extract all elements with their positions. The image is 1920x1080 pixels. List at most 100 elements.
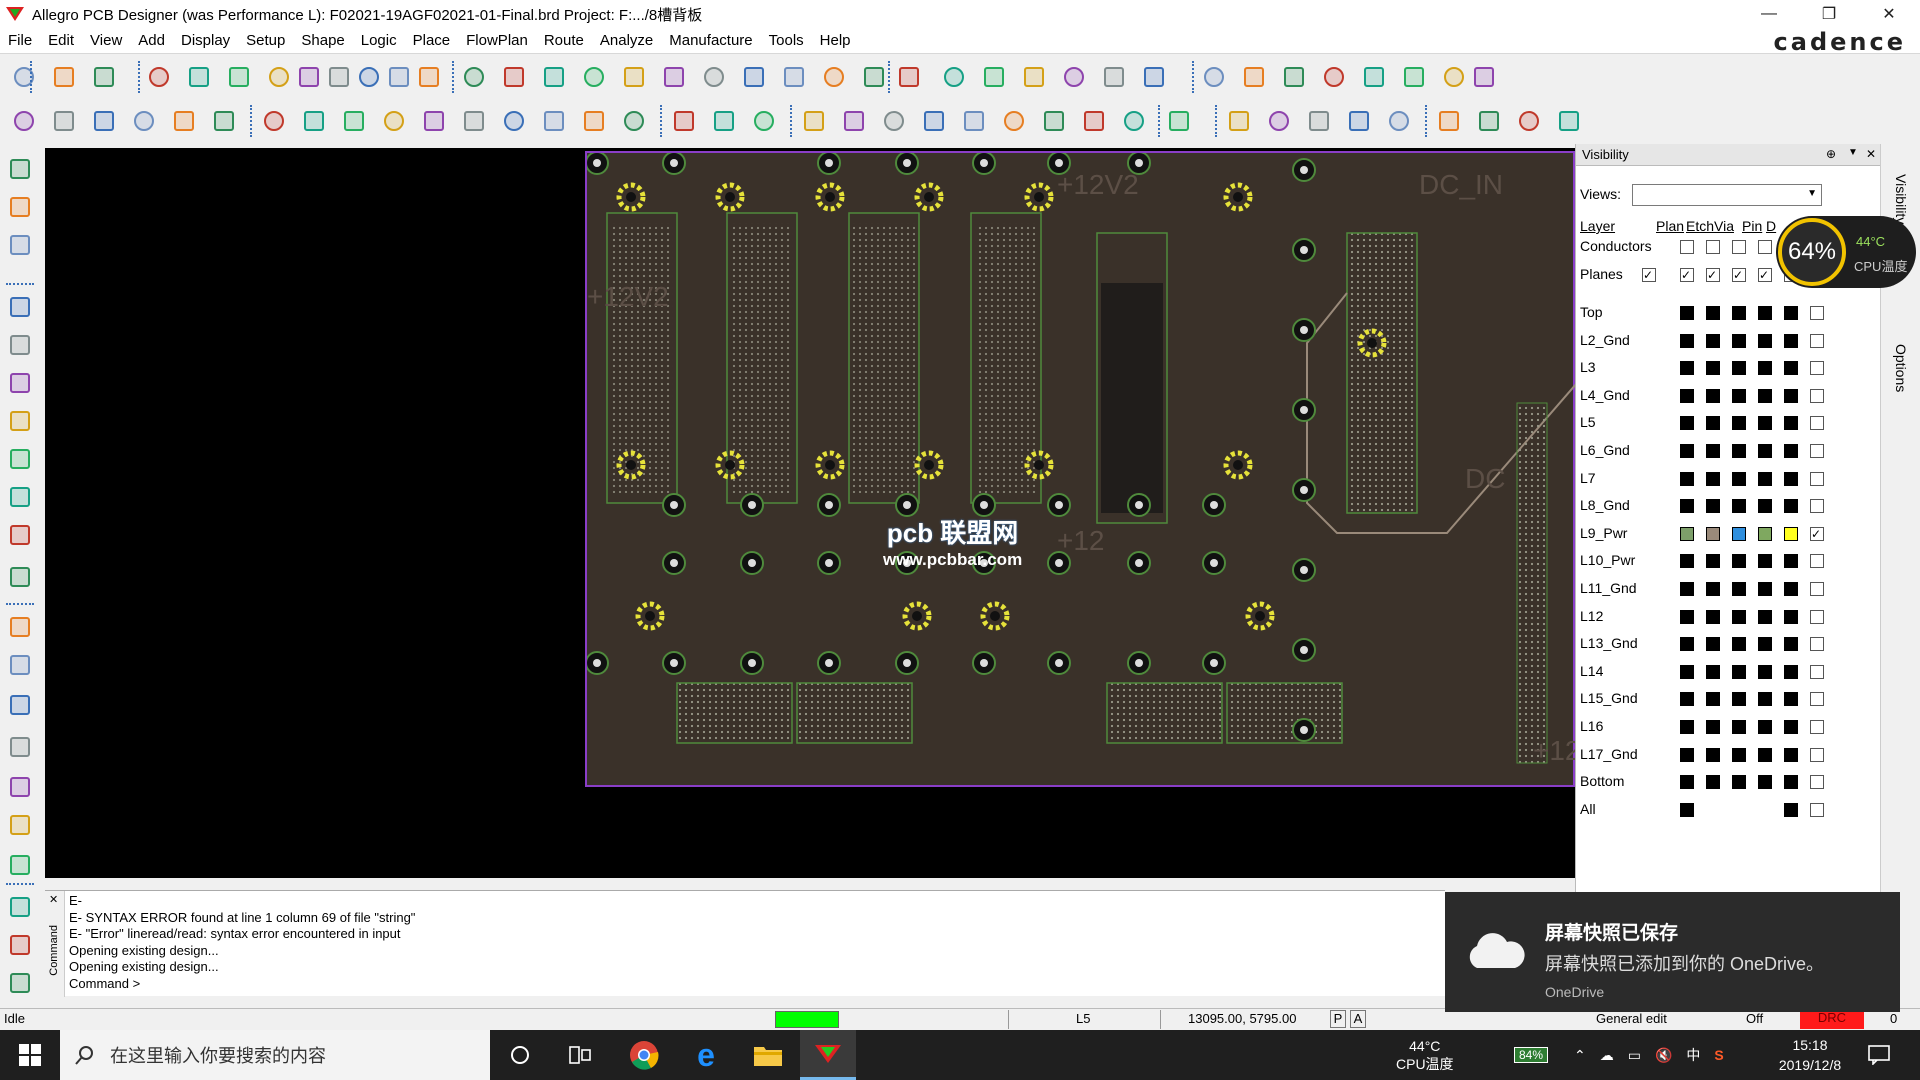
menu-flowplan[interactable]: FlowPlan <box>458 32 536 49</box>
vis-layer-toggle[interactable] <box>1758 499 1772 514</box>
route-tool-button[interactable] <box>500 107 528 135</box>
vis-layer-toggle[interactable] <box>1810 471 1824 486</box>
panel-close-icon[interactable]: ✕ <box>1866 147 1876 161</box>
main-tool-button[interactable] <box>1400 63 1428 91</box>
vis-layer-toggle[interactable] <box>1706 526 1720 541</box>
route-tool-button[interactable] <box>710 107 738 135</box>
main-tool-button[interactable] <box>385 63 413 91</box>
vis-checkbox[interactable] <box>1732 240 1746 254</box>
vis-layer-toggle[interactable] <box>1732 664 1746 679</box>
left-tool-button[interactable] <box>6 733 34 761</box>
route-tool-button[interactable] <box>380 107 408 135</box>
route-tool-button[interactable] <box>880 107 908 135</box>
route-tool-button[interactable] <box>920 107 948 135</box>
vis-layer-toggle[interactable] <box>1732 609 1746 624</box>
main-tool-button[interactable] <box>415 63 443 91</box>
left-tool-button[interactable] <box>6 811 34 839</box>
left-tool-button[interactable] <box>6 931 34 959</box>
main-tool-button[interactable] <box>940 63 968 91</box>
vis-layer-toggle[interactable] <box>1706 388 1720 403</box>
menu-shape[interactable]: Shape <box>293 32 352 49</box>
main-tool-button[interactable] <box>580 63 608 91</box>
main-tool-button[interactable] <box>1240 63 1268 91</box>
vis-layer-toggle[interactable] <box>1706 471 1720 486</box>
left-tool-button[interactable] <box>6 773 34 801</box>
route-tool-button[interactable] <box>340 107 368 135</box>
vis-layer-toggle[interactable] <box>1706 775 1720 790</box>
main-tool-button[interactable] <box>460 63 488 91</box>
main-tool-button[interactable] <box>980 63 1008 91</box>
cortana-button[interactable] <box>492 1030 548 1080</box>
vis-layer-toggle[interactable] <box>1810 775 1824 790</box>
task-view-button[interactable] <box>552 1030 608 1080</box>
vis-layer-toggle[interactable] <box>1784 554 1798 569</box>
main-tool-button[interactable] <box>185 63 213 91</box>
vis-layer-toggle[interactable] <box>1680 471 1694 486</box>
route-tool-button[interactable] <box>1165 107 1193 135</box>
left-tool-button[interactable] <box>6 563 34 591</box>
route-tool-button[interactable] <box>1080 107 1108 135</box>
vis-layer-toggle[interactable] <box>1680 637 1694 652</box>
vis-layer-toggle[interactable] <box>1810 416 1824 431</box>
vis-layer-toggle[interactable] <box>1680 526 1694 541</box>
tab-visibility[interactable]: Visibility <box>1893 174 1909 224</box>
vis-layer-toggle[interactable] <box>1810 388 1824 403</box>
vis-layer-toggle[interactable] <box>1758 416 1772 431</box>
main-tool-button[interactable] <box>700 63 728 91</box>
restore-button[interactable]: ❐ <box>1800 0 1858 28</box>
notification-center-button[interactable] <box>1868 1030 1890 1080</box>
vis-checkbox[interactable]: ✓ <box>1642 268 1656 282</box>
vis-layer-toggle[interactable] <box>1810 664 1824 679</box>
vis-layer-toggle[interactable] <box>1680 444 1694 458</box>
vis-layer-toggle[interactable] <box>1810 554 1824 569</box>
left-tool-button[interactable] <box>6 613 34 641</box>
vis-layer-toggle[interactable] <box>1732 554 1746 569</box>
close-button[interactable]: ✕ <box>1860 0 1918 28</box>
main-tool-button[interactable] <box>355 63 383 91</box>
vis-layer-toggle[interactable] <box>1680 582 1694 596</box>
vis-layer-toggle[interactable] <box>1758 775 1772 790</box>
menu-file[interactable]: File <box>0 32 40 49</box>
main-tool-button[interactable] <box>500 63 528 91</box>
main-tool-button[interactable] <box>1140 63 1168 91</box>
main-tool-button[interactable] <box>540 63 568 91</box>
vis-layer-toggle[interactable] <box>1680 333 1694 348</box>
start-button[interactable] <box>0 1030 60 1080</box>
ime-indicator[interactable]: 中 <box>1686 1045 1700 1065</box>
vis-layer-toggle[interactable] <box>1732 692 1746 707</box>
menu-edit[interactable]: Edit <box>40 32 82 49</box>
vis-layer-toggle[interactable] <box>1810 499 1824 514</box>
route-tool-button[interactable] <box>50 107 78 135</box>
main-tool-button[interactable] <box>225 63 253 91</box>
vis-layer-toggle[interactable] <box>1810 306 1824 320</box>
route-tool-button[interactable] <box>1305 107 1333 135</box>
cpu-gauge-widget[interactable]: 64% 44°C CPU温度 <box>1776 216 1916 288</box>
command-console[interactable]: ✕ Command E- E- SYNTAX ERROR found at li… <box>45 890 1445 997</box>
vis-layer-toggle[interactable] <box>1706 416 1720 431</box>
main-tool-button[interactable] <box>1200 63 1228 91</box>
menu-display[interactable]: Display <box>173 32 238 49</box>
vis-layer-toggle[interactable] <box>1784 747 1798 762</box>
vis-layer-toggle[interactable] <box>1758 692 1772 707</box>
vis-layer-toggle[interactable] <box>1784 306 1798 320</box>
vis-layer-toggle[interactable] <box>1680 306 1694 320</box>
route-tool-button[interactable] <box>1555 107 1583 135</box>
route-tool-button[interactable] <box>1265 107 1293 135</box>
left-tool-button[interactable] <box>6 893 34 921</box>
vis-layer-toggle[interactable] <box>1680 692 1694 707</box>
vis-layer-toggle[interactable] <box>1758 306 1772 320</box>
tab-options[interactable]: Options <box>1893 344 1909 392</box>
vis-checkbox[interactable]: ✓ <box>1706 268 1720 282</box>
menu-tools[interactable]: Tools <box>761 32 812 49</box>
vis-checkbox[interactable]: ✓ <box>1758 268 1772 282</box>
left-tool-button[interactable] <box>6 651 34 679</box>
vis-layer-toggle[interactable] <box>1810 692 1824 707</box>
vis-checkbox[interactable]: ✓ <box>1732 268 1746 282</box>
panel-menu-icon[interactable]: ▼ <box>1848 147 1858 158</box>
main-tool-button[interactable] <box>895 63 923 91</box>
status-p-button[interactable]: P <box>1330 1010 1346 1028</box>
vis-layer-toggle[interactable]: ✓ <box>1810 526 1824 541</box>
route-tool-button[interactable] <box>670 107 698 135</box>
vis-layer-toggle[interactable] <box>1680 499 1694 514</box>
menu-place[interactable]: Place <box>405 32 459 49</box>
